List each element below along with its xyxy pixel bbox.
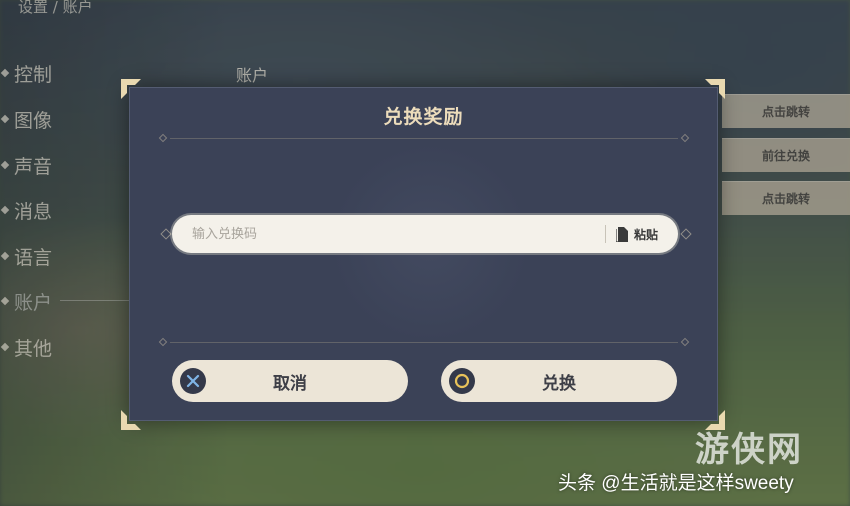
input-ornament-right-icon: [680, 228, 692, 240]
paste-button[interactable]: 粘贴: [615, 226, 658, 243]
redeem-dialog: 兑换奖励 粘贴 取消 兑换: [129, 87, 718, 421]
paste-separator: [604, 225, 606, 243]
button-divider: [170, 342, 678, 343]
divider-ornament-icon: [158, 133, 168, 143]
redeem-label: 兑换: [542, 373, 576, 394]
confirm-circle-icon: [449, 368, 475, 394]
redeem-code-field: 粘贴: [172, 215, 678, 253]
redeem-button[interactable]: 兑换: [441, 360, 677, 402]
corner-ornament-icon: [121, 79, 141, 99]
dialog-title: 兑换奖励: [383, 106, 464, 128]
redeem-code-input[interactable]: [172, 215, 605, 253]
divider-ornament-icon: [680, 133, 690, 143]
cancel-label: 取消: [273, 373, 307, 394]
title-divider: [170, 138, 678, 139]
source-watermark: 头条 @生活就是这样sweety: [558, 473, 794, 494]
corner-ornament-icon: [705, 79, 725, 99]
input-ornament-left-icon: [160, 228, 172, 240]
cancel-button[interactable]: 取消: [172, 360, 408, 402]
divider-ornament-icon: [158, 337, 168, 347]
site-watermark: 游侠网: [695, 430, 803, 470]
paste-label: 粘贴: [633, 227, 658, 242]
paste-icon: [615, 226, 628, 242]
divider-ornament-icon: [680, 337, 690, 347]
corner-ornament-icon: [121, 410, 141, 430]
cancel-x-icon: [180, 368, 206, 394]
